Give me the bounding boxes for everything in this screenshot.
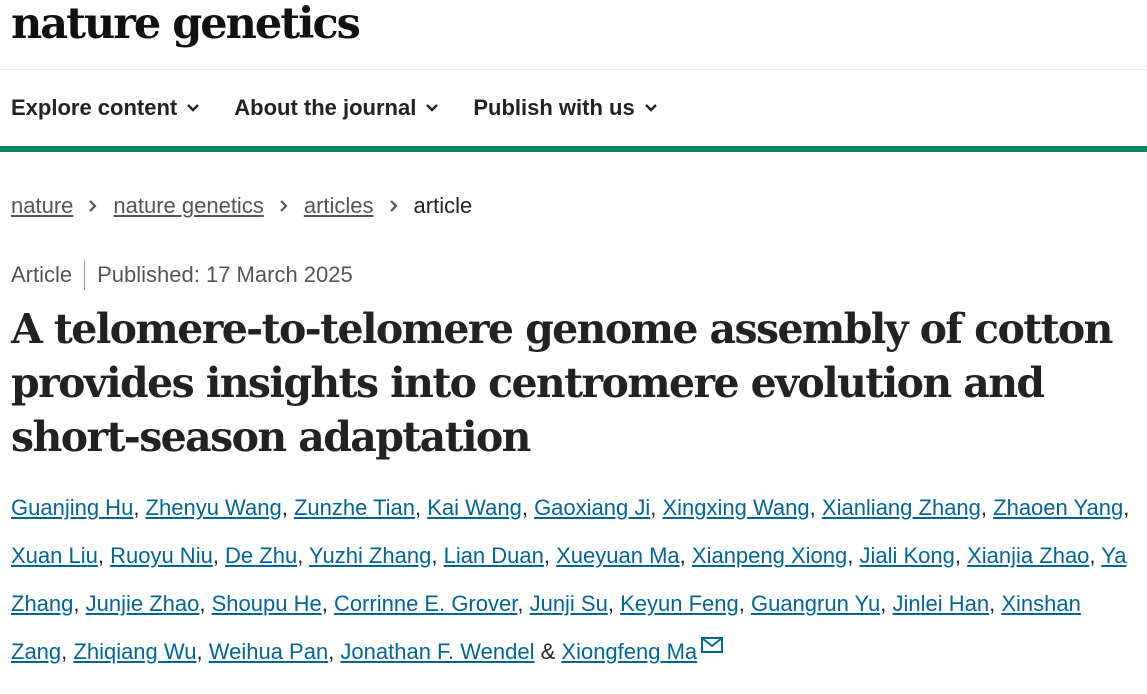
author-separator: , <box>199 591 212 616</box>
author-separator: , <box>196 639 209 664</box>
author-separator: , <box>517 591 530 616</box>
author-separator: , <box>97 543 111 568</box>
author-link[interactable]: Kai Wang <box>427 495 522 520</box>
nav-item-label: About the journal <box>234 95 417 120</box>
author-link[interactable]: Shoupu He <box>212 591 322 616</box>
chevron-right-icon <box>280 200 288 212</box>
published-date: Published: 17 March 2025 <box>97 262 353 287</box>
author-separator: , <box>607 591 621 616</box>
author-separator: , <box>212 543 226 568</box>
author-link[interactable]: Keyun Feng <box>620 591 739 616</box>
author-separator: , <box>980 495 994 520</box>
chevron-down-icon <box>187 104 200 112</box>
author-separator: , <box>328 639 341 664</box>
author-link[interactable]: Junjie Zhao <box>86 591 200 616</box>
journal-logo[interactable]: nature genetics <box>11 0 361 50</box>
author-separator: , <box>431 543 444 568</box>
author-link[interactable]: Xianjia Zhao <box>967 543 1089 568</box>
article-type: Article <box>11 262 73 287</box>
author-link[interactable]: Jonathan F. Wendel <box>340 639 534 664</box>
site-header: nature genetics <box>0 0 1147 70</box>
author-link[interactable]: Xueyuan Ma <box>556 543 680 568</box>
author-separator: , <box>297 543 310 568</box>
breadcrumb-nature-genetics[interactable]: nature genetics <box>113 193 263 219</box>
nav-publish-with-us[interactable]: Publish with us <box>473 95 657 121</box>
author-separator: , <box>738 591 751 616</box>
chevron-right-icon <box>389 200 398 212</box>
author-separator: , <box>809 495 822 520</box>
author-link[interactable]: Junji Su <box>530 591 608 616</box>
author-separator: , <box>415 495 428 520</box>
breadcrumb-current: article <box>413 193 473 218</box>
author-separator: , <box>1089 543 1102 568</box>
author-separator: , <box>321 591 334 616</box>
envelope-icon[interactable] <box>701 637 724 653</box>
author-link[interactable]: Lian Duan <box>444 543 544 568</box>
author-separator: , <box>679 543 692 568</box>
author-separator: , <box>989 591 1002 616</box>
nav-about-the-journal[interactable]: About the journal <box>234 95 439 121</box>
author-separator: , <box>521 495 535 520</box>
meta-divider <box>84 260 86 290</box>
author-link[interactable]: Xianpeng Xiong <box>692 543 847 568</box>
author-separator: , <box>954 543 968 568</box>
breadcrumb-articles[interactable]: articles <box>304 193 374 219</box>
author-link[interactable]: Weihua Pan <box>209 639 328 664</box>
article-title: A telomere-to-telomere genome assembly o… <box>11 305 1113 461</box>
author-link[interactable]: Guanjing Hu <box>11 495 133 520</box>
author-link[interactable]: Xuan Liu <box>11 543 98 568</box>
author-link[interactable]: Jiali Kong <box>859 543 954 568</box>
main-nav: Explore content About the journal Publis… <box>0 70 1147 152</box>
author-link[interactable]: Xiongfeng Ma <box>561 639 697 664</box>
breadcrumb: nature nature genetics articles article <box>0 186 1147 226</box>
author-link[interactable]: Guangrun Yu <box>751 591 880 616</box>
author-link[interactable]: Zhiqiang Wu <box>73 639 196 664</box>
author-separator: , <box>281 495 294 520</box>
author-link[interactable]: Yuzhi Zhang <box>309 543 431 568</box>
nav-item-label: Explore content <box>11 95 178 120</box>
author-link[interactable]: Zhaoen Yang <box>993 495 1123 520</box>
author-separator: , <box>133 495 146 520</box>
author-link[interactable]: Ruoyu Niu <box>110 543 213 568</box>
chevron-down-icon <box>644 104 657 112</box>
nav-explore-content[interactable]: Explore content <box>11 95 200 121</box>
breadcrumb-nature[interactable]: nature <box>11 193 73 219</box>
author-separator: , <box>543 543 557 568</box>
author-link[interactable]: Xingxing Wang <box>662 495 809 520</box>
nav-item-label: Publish with us <box>473 95 635 120</box>
author-separator: , <box>61 639 74 664</box>
author-separator: , <box>73 591 86 616</box>
author-link[interactable]: Gaoxiang Ji <box>534 495 650 520</box>
author-list: Guanjing Hu, Zhenyu Wang, Zunzhe Tian, K… <box>0 484 1147 676</box>
author-separator: , <box>880 591 893 616</box>
author-link[interactable]: Xianliang Zhang <box>822 495 981 520</box>
chevron-right-icon <box>89 200 97 212</box>
author-link[interactable]: Jinlei Han <box>892 591 989 616</box>
author-separator: , <box>1123 495 1130 520</box>
author-separator: , <box>650 495 663 520</box>
author-link[interactable]: Zhenyu Wang <box>146 495 282 520</box>
author-separator: & <box>534 639 562 664</box>
chevron-down-icon <box>426 104 439 112</box>
author-separator: , <box>847 543 860 568</box>
article-meta: Article Published: 17 March 2025 <box>0 260 1147 290</box>
author-link[interactable]: De Zhu <box>225 543 297 568</box>
author-link[interactable]: Zunzhe Tian <box>294 495 415 520</box>
author-link[interactable]: Corrinne E. Grover <box>334 591 517 616</box>
